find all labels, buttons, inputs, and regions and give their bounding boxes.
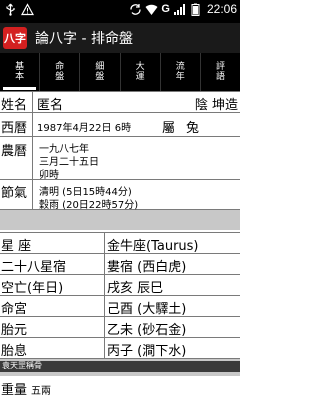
column-divider	[32, 180, 33, 210]
clock: 22:06	[206, 2, 237, 16]
lunar-date-row: 農曆 一九八七年 三月二十五日 卯時	[0, 137, 240, 181]
info-row-breath: 胎息 丙子 (澗下水)	[0, 338, 240, 359]
term-label: 節氣	[1, 186, 28, 201]
info-row-life-palace: 命宮 己酉 (大驛土)	[0, 296, 240, 317]
info-label: 星 座	[1, 239, 32, 254]
info-row-constellation: 星 座 金牛座(Taurus)	[0, 233, 240, 254]
sync-icon	[130, 3, 142, 15]
status-bar-system: G 22:06	[129, 2, 237, 16]
column-divider	[104, 233, 105, 359]
tab-label-top: 命	[55, 62, 65, 72]
tab-label-top: 基	[15, 62, 25, 72]
warning-icon	[21, 3, 34, 16]
tab-label-bottom: 語	[215, 72, 225, 82]
status-bar: G 22:06	[0, 0, 240, 23]
info-label: 空亡(年日)	[1, 281, 64, 296]
info-row-conception: 胎元 乙未 (砂石金)	[0, 317, 240, 338]
tab-label-bottom: 盤	[95, 72, 105, 82]
column-divider	[32, 113, 33, 137]
info-value: 己酉 (大驛土)	[107, 302, 187, 317]
bone-weight-header: 袁天罡稱骨	[0, 361, 240, 372]
usb-icon	[6, 3, 15, 16]
tab-label-top: 細	[95, 62, 105, 72]
tab-label-bottom: 運	[135, 72, 145, 82]
info-label: 胎息	[1, 344, 28, 359]
lunar-label: 農曆	[1, 144, 28, 159]
info-label: 二十八星宿	[1, 260, 67, 275]
tab-label-bottom: 本	[15, 72, 25, 82]
tab-label-top: 流	[175, 62, 185, 72]
lunar-hour: 卯時	[39, 170, 59, 181]
tab-label-top: 大	[135, 62, 145, 72]
bone-weight-row: 重量 五兩	[0, 376, 240, 400]
tab-annual[interactable]: 流 年	[161, 53, 200, 91]
app-title: 論八字 - 排命盤	[35, 31, 133, 47]
zodiac-label: 屬	[162, 121, 176, 136]
section-separator	[0, 210, 240, 230]
tab-label-bottom: 年	[175, 72, 185, 82]
name-row: 姓名 匿名 陰 坤造	[0, 91, 240, 113]
zodiac-value: 兔	[186, 121, 200, 136]
info-label: 胎元	[1, 323, 28, 338]
solar-date-row: 西曆 1987年4月22日 6時 屬 兔	[0, 113, 240, 137]
info-value: 丙子 (澗下水)	[107, 344, 187, 359]
solar-term-row: 節氣 清明 (5日15時44分) 穀雨 (20日22時57分)	[0, 180, 240, 211]
title-bar: 八字 論八字 - 排命盤	[0, 23, 240, 53]
weight-label: 重量	[1, 383, 28, 398]
tab-basic[interactable]: 基 本	[0, 53, 39, 91]
wifi-icon	[145, 4, 158, 15]
signal-icon	[173, 3, 185, 15]
solar-value: 1987年4月22日 6時	[37, 123, 132, 134]
tab-label-bottom: 盤	[55, 72, 65, 82]
info-row-void: 空亡(年日) 戌亥 辰巳	[0, 275, 240, 296]
solar-label: 西曆	[1, 121, 28, 136]
info-value: 乙未 (砂石金)	[107, 323, 187, 338]
status-bar-notifications	[4, 3, 34, 16]
tab-label-top: 評	[215, 62, 225, 72]
info-value: 戌亥 辰巳	[107, 281, 164, 296]
term-end: 穀雨 (20日22時57分)	[39, 200, 139, 211]
info-row-lunar-mansion: 二十八星宿 婁宿 (西白虎)	[0, 254, 240, 275]
tab-comments[interactable]: 評 語	[201, 53, 240, 91]
column-divider	[32, 91, 33, 113]
info-value: 金牛座(Taurus)	[107, 239, 199, 254]
tab-major-luck[interactable]: 大 運	[121, 53, 160, 91]
info-value: 婁宿 (西白虎)	[107, 260, 187, 275]
battery-icon	[191, 3, 200, 16]
gender-value: 陰 坤造	[194, 98, 238, 113]
tab-chart[interactable]: 命 盤	[40, 53, 79, 91]
tab-bar: 基 本 命 盤 細 盤 大 運 流 年 評 語	[0, 53, 240, 91]
network-type: G	[161, 3, 170, 15]
name-value: 匿名	[37, 98, 64, 113]
weight-value: 五兩	[31, 386, 51, 397]
column-divider	[32, 137, 33, 180]
info-label: 命宮	[1, 302, 28, 317]
basic-info-panel[interactable]: 姓名 匿名 陰 坤造 西曆 1987年4月22日 6時 屬 兔 農曆 一九八七年…	[0, 91, 240, 400]
app-logo[interactable]: 八字	[3, 27, 27, 49]
name-label: 姓名	[1, 98, 28, 113]
tab-detail-chart[interactable]: 細 盤	[80, 53, 119, 91]
